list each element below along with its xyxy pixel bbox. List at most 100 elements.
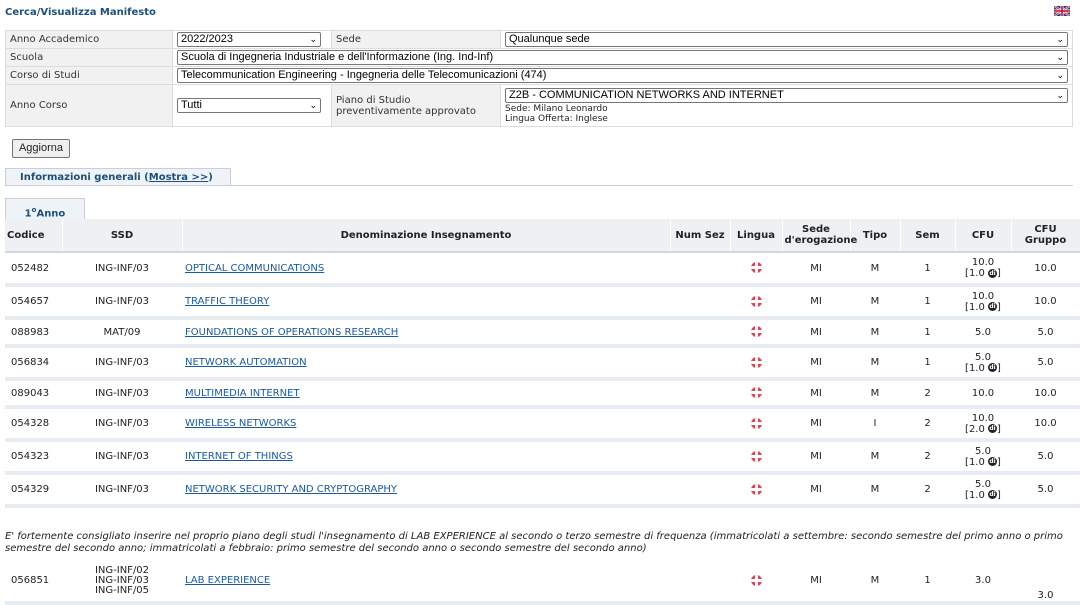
course-code: 054323 <box>5 440 62 475</box>
course-tipo: M <box>850 379 900 409</box>
table-row: 088983 MAT/09 FOUNDATIONS OF OPERATIONS … <box>5 318 1080 348</box>
course-code: 054657 <box>5 285 62 320</box>
aggiorna-button[interactable]: Aggiorna <box>12 139 70 158</box>
course-sede: MI <box>782 560 850 605</box>
uk-flag-icon[interactable] <box>1054 6 1070 16</box>
scuola-select[interactable]: Scuola di Ingegneria Industriale e dell'… <box>177 50 1068 65</box>
course-sem: 2 <box>900 440 955 475</box>
column-header: Num Sez <box>670 219 731 253</box>
lab-note: E' fortemente consigliato inserire nel p… <box>5 531 1063 554</box>
course-link[interactable]: INTERNET OF THINGS <box>185 451 293 462</box>
corso-label: Corso di Studi <box>5 66 173 85</box>
column-header: Denominazione Insegnamento <box>182 219 671 253</box>
course-code: 054329 <box>5 473 62 508</box>
course-sem: 2 <box>900 407 955 442</box>
course-cfu: 3.0 <box>955 560 1011 605</box>
course-ssd: ING-INF/03 <box>62 407 182 442</box>
course-code: 056834 <box>5 346 62 381</box>
lab-table: 056851 ING-INF/02 ING-INF/03 ING-INF/05 LA… <box>5 560 1080 605</box>
course-tipo: M <box>850 252 900 287</box>
piano-lingua: Lingua Offerta: Inglese <box>505 114 608 124</box>
uk-flag-icon <box>750 295 762 307</box>
course-sede: MI <box>782 346 850 381</box>
course-code: 056851 <box>5 560 62 605</box>
filter-form: Anno Accademico 2022/2023 ⌄ Sede Qualunqu… <box>5 30 1073 127</box>
anno-accademico-select[interactable]: 2022/2023 ⌄ <box>177 32 321 47</box>
table-row: 054323 ING-INF/03 INTERNET OF THINGS MI … <box>5 440 1080 475</box>
course-sede: MI <box>782 379 850 409</box>
divider <box>5 185 1073 186</box>
course-sem: 2 <box>900 473 955 508</box>
uk-flag-icon <box>750 356 762 368</box>
courses-table: Codice SSD Denominazione Insegnamento Num S… <box>5 219 1080 508</box>
uk-flag-icon <box>750 450 762 462</box>
corso-select[interactable]: Telecommunication Engineering - Ingegner… <box>177 68 1068 83</box>
column-header: Sem <box>900 219 956 253</box>
column-header: Lingua <box>730 219 783 253</box>
piano-sede: Sede: Milano Leonardo <box>505 104 608 114</box>
di-icon: di <box>988 363 998 372</box>
chevron-down-icon: ⌄ <box>309 100 317 110</box>
uk-flag-icon <box>750 387 762 399</box>
course-link[interactable]: NETWORK AUTOMATION <box>185 357 307 368</box>
table-row: 054329 ING-INF/03 NETWORK SECURITY AND C… <box>5 473 1080 508</box>
course-sede: MI <box>782 407 850 442</box>
column-header: Tipo <box>850 219 901 253</box>
page-title: Cerca/Visualizza Manifesto <box>5 7 156 18</box>
course-link[interactable]: LAB EXPERIENCE <box>185 575 270 586</box>
course-link[interactable]: NETWORK SECURITY AND CRYPTOGRAPHY <box>185 484 397 495</box>
chevron-down-icon: ⌄ <box>1056 90 1064 100</box>
course-cfu-gruppo: 5.0 <box>1011 473 1080 508</box>
course-ssd: ING-INF/03 <box>62 346 182 381</box>
table-row: 054657 ING-INF/03 TRAFFIC THEORY MI M 1 … <box>5 285 1080 320</box>
course-sem: 2 <box>900 379 955 409</box>
course-link[interactable]: FOUNDATIONS OF OPERATIONS RESEARCH <box>185 327 398 338</box>
course-ssd: MAT/09 <box>62 318 182 348</box>
course-sem: 1 <box>900 346 955 381</box>
chevron-down-icon: ⌄ <box>1056 34 1064 44</box>
course-sede: MI <box>782 252 850 287</box>
course-cfu: 5.0 [1.0 di] <box>955 473 1011 508</box>
course-tipo: M <box>850 318 900 348</box>
anno-accademico-label: Anno Accademico <box>5 30 173 49</box>
piano-label: Piano di Studio preventivamente approvat… <box>331 84 501 127</box>
course-sede: MI <box>782 318 850 348</box>
course-cfu: 5.0 [1.0 di] <box>955 440 1011 475</box>
info-generali-tab: Informazioni generali (Mostra >>) <box>5 168 231 186</box>
anno-corso-select[interactable]: Tutti ⌄ <box>177 98 321 113</box>
course-link[interactable]: OPTICAL COMMUNICATIONS <box>185 263 324 274</box>
tab-1-anno[interactable]: 1oAnno <box>5 198 85 219</box>
di-icon: di <box>988 424 998 433</box>
course-tipo: M <box>850 560 900 605</box>
sede-label: Sede <box>331 30 501 49</box>
course-link[interactable]: MULTIMEDIA INTERNET <box>185 388 300 399</box>
course-cfu-gruppo: 10.0 <box>1011 379 1080 409</box>
course-link[interactable]: WIRELESS NETWORKS <box>185 418 296 429</box>
sede-select[interactable]: Qualunque sede ⌄ <box>505 32 1068 47</box>
course-ssd: ING-INF/03 <box>62 285 182 320</box>
piano-select[interactable]: Z2B - COMMUNICATION NETWORKS AND INTERNE… <box>505 88 1068 103</box>
course-tipo: M <box>850 440 900 475</box>
course-cfu-gruppo: 5.0 <box>1011 440 1080 475</box>
course-cfu-gruppo: 3.0 <box>1011 560 1080 605</box>
course-cfu-gruppo: 5.0 <box>1011 346 1080 381</box>
course-sede: MI <box>782 473 850 508</box>
course-link[interactable]: TRAFFIC THEORY <box>185 296 269 307</box>
table-row: 089043 ING-INF/03 MULTIMEDIA INTERNET MI… <box>5 379 1080 409</box>
chevron-down-icon: ⌄ <box>1056 52 1064 62</box>
mostra-link[interactable]: Mostra >> <box>149 172 208 183</box>
course-cfu: 10.0 <box>955 379 1011 409</box>
di-icon: di <box>988 490 998 499</box>
course-sem: 1 <box>900 560 955 605</box>
uk-flag-icon <box>750 262 762 274</box>
uk-flag-icon <box>750 483 762 495</box>
course-code: 054328 <box>5 407 62 442</box>
course-sem: 1 <box>900 252 955 287</box>
uk-flag-icon <box>750 326 762 338</box>
course-cfu: 10.0 [1.0 di] <box>955 252 1011 287</box>
anno-corso-label: Anno Corso <box>5 84 173 127</box>
scuola-label: Scuola <box>5 48 173 67</box>
course-cfu-gruppo: 5.0 <box>1011 318 1080 348</box>
di-icon: di <box>988 268 998 278</box>
column-header: CFU Gruppo <box>1011 219 1080 253</box>
